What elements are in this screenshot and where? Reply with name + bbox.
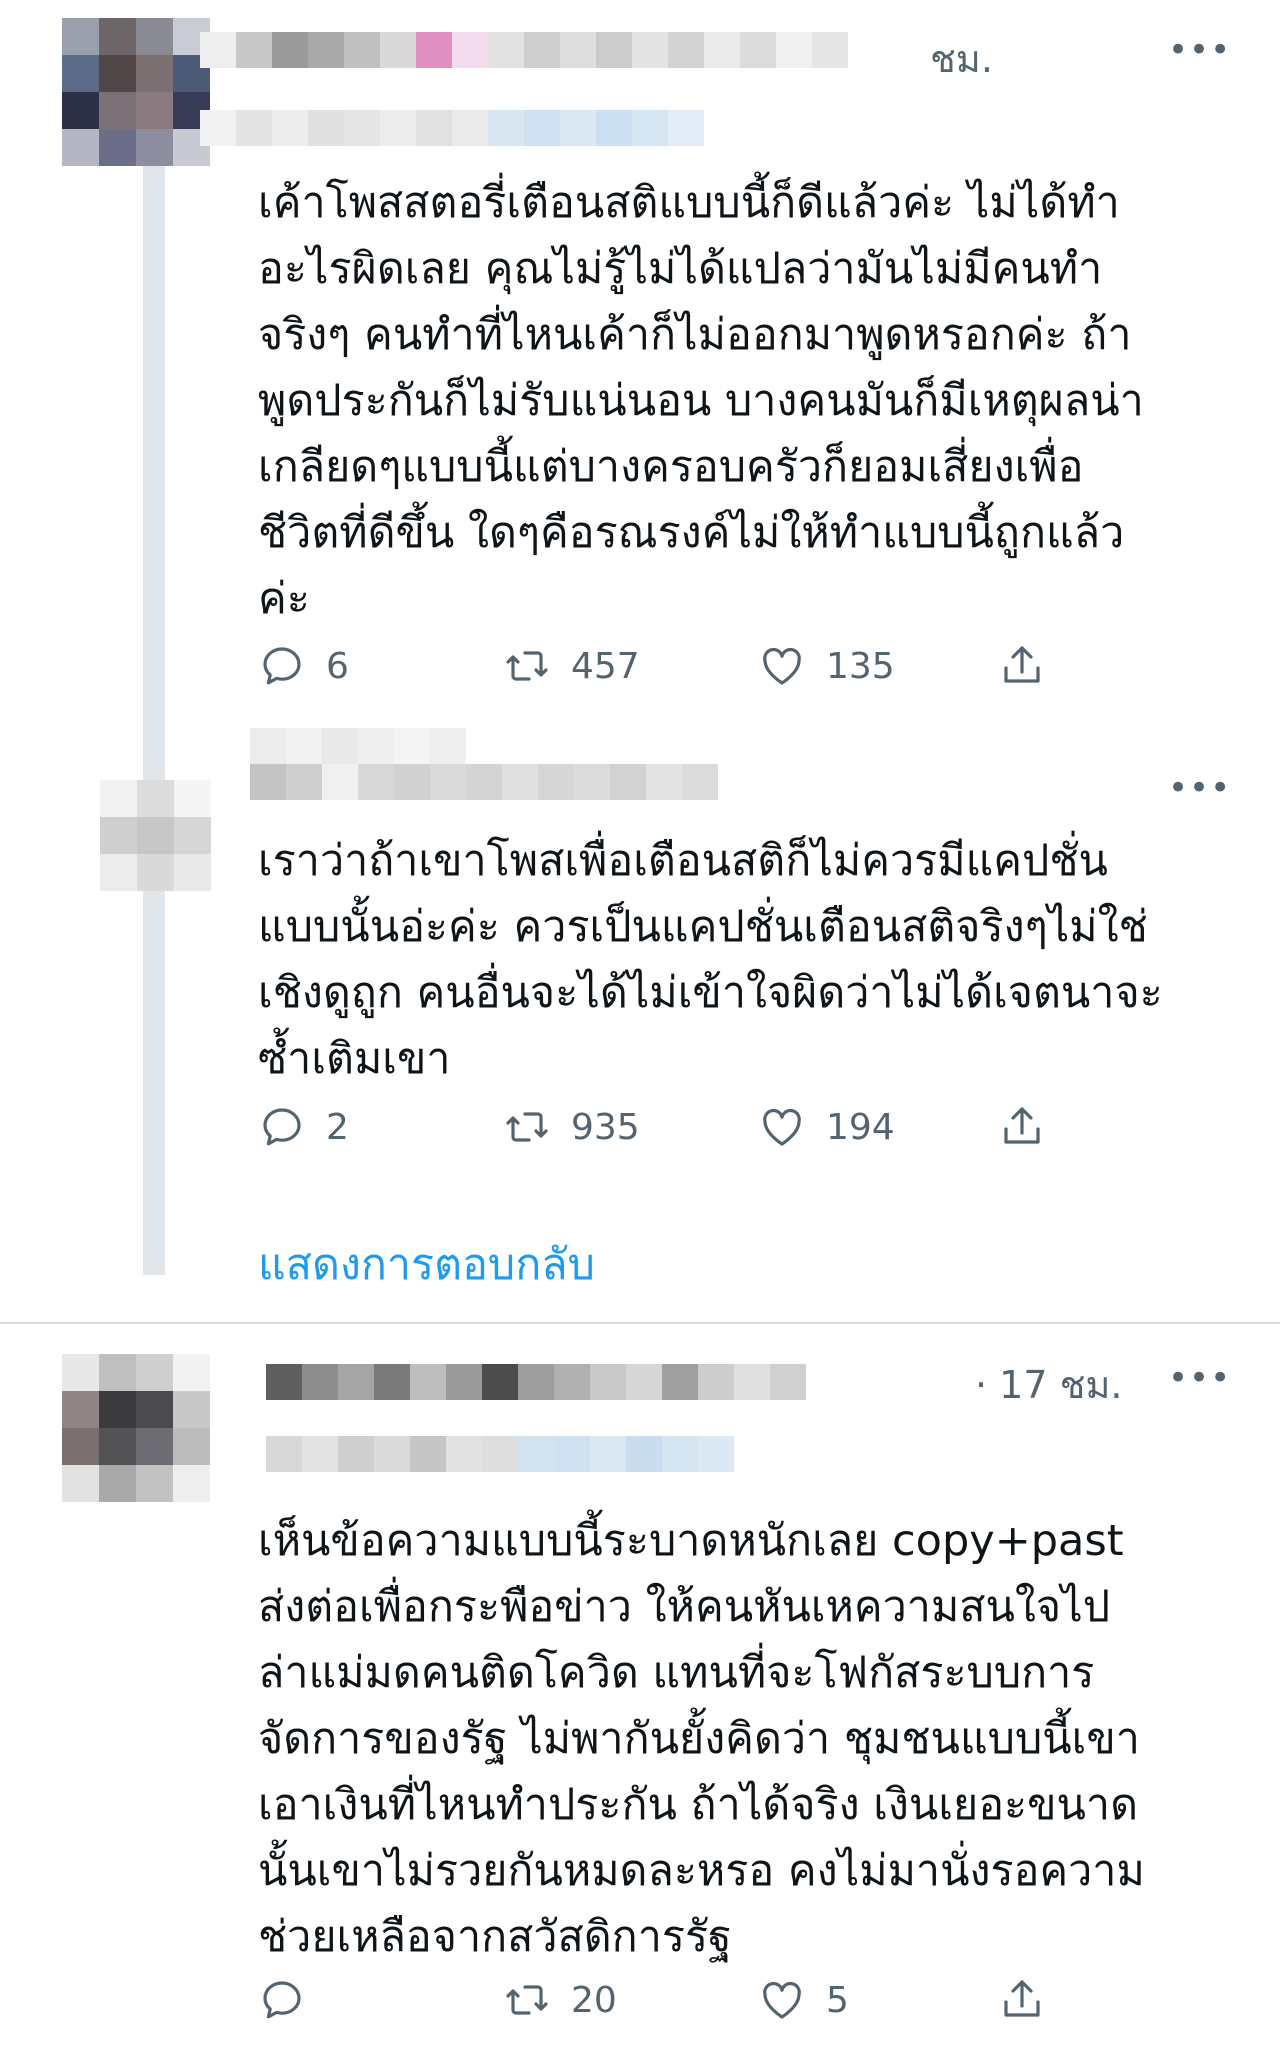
timestamp[interactable]: · 17 ชม. (975, 1354, 1123, 1415)
retweet-button[interactable]: 20 (503, 1976, 617, 2024)
handle-blurred[interactable] (200, 110, 704, 146)
handle-blurred[interactable] (250, 764, 718, 800)
like-button[interactable]: 135 (758, 642, 895, 690)
tweet-2[interactable]: ••• เราว่าถ้าเขาโพสเพื่อเตือนสติก็ไม่ควร… (0, 720, 1280, 1320)
retweet-count: 457 (571, 645, 640, 687)
show-replies-link[interactable]: แสดงการตอบกลับ (258, 1230, 595, 1298)
share-button[interactable] (998, 1976, 1046, 2024)
like-icon (763, 1981, 801, 2019)
reply-count: 6 (326, 645, 349, 687)
handle-blurred[interactable] (266, 1436, 734, 1472)
share-icon (1004, 1980, 1040, 2017)
retweet-count: 20 (571, 1979, 617, 2021)
retweet-icon (506, 1112, 548, 1142)
share-icon (1004, 1107, 1040, 1144)
like-count: 135 (826, 645, 895, 687)
tweet-text: เราว่าถ้าเขาโพสเพื่อเตือนสติก็ไม่ควรมีแค… (258, 836, 1163, 1084)
tweet-text: เค้าโพสสตอรี่เตือนสติแบบนี้ก็ดีแล้วค่ะ ไ… (258, 178, 1144, 624)
more-icon[interactable]: ••• (1168, 1361, 1231, 1395)
like-icon (763, 647, 801, 685)
more-icon[interactable]: ••• (1168, 771, 1231, 805)
username-blurred[interactable] (200, 32, 848, 68)
tweet-actions: 20 5 (258, 1976, 1158, 2036)
username-blurred[interactable] (250, 728, 466, 764)
reply-icon (263, 1981, 301, 2019)
share-icon (1004, 646, 1040, 683)
like-button[interactable]: 194 (758, 1103, 895, 1151)
retweet-button[interactable]: 457 (503, 642, 640, 690)
tweet-1[interactable]: ชม. ••• เค้าโพสสตอรี่เตือนสติแบบนี้ก็ดีแ… (0, 0, 1280, 720)
avatar[interactable] (62, 18, 210, 166)
reply-count: 2 (326, 1106, 349, 1148)
more-icon[interactable]: ••• (1168, 33, 1231, 67)
like-icon (763, 1108, 801, 1146)
tweet-thread: ชม. ••• เค้าโพสสตอรี่เตือนสติแบบนี้ก็ดีแ… (0, 0, 1280, 2062)
tweet-text: เห็นข้อความแบบนี้ระบาดหนักเลย copy+past … (258, 1516, 1145, 1962)
reply-button[interactable]: 6 (258, 642, 349, 690)
tweet-actions: 6 457 135 (258, 642, 1158, 702)
like-count: 5 (826, 1979, 849, 2021)
timestamp[interactable]: ชม. (930, 28, 993, 89)
avatar[interactable] (62, 1354, 210, 1502)
reply-icon (263, 647, 301, 685)
reply-button[interactable]: 2 (258, 1103, 349, 1151)
share-button[interactable] (998, 1103, 1046, 1151)
reply-button[interactable] (258, 1976, 326, 2024)
share-button[interactable] (998, 642, 1046, 690)
retweet-icon (506, 1985, 548, 2015)
retweet-count: 935 (571, 1106, 640, 1148)
tweet-3[interactable]: · 17 ชม. ••• เห็นข้อความแบบนี้ระบาดหนักเ… (0, 1324, 1280, 2062)
tweet-actions: 2 935 194 (258, 1103, 1158, 1163)
username-blurred[interactable] (266, 1364, 806, 1400)
retweet-icon (506, 651, 548, 681)
reply-icon (263, 1108, 301, 1146)
avatar[interactable] (100, 780, 211, 891)
retweet-button[interactable]: 935 (503, 1103, 640, 1151)
like-button[interactable]: 5 (758, 1976, 849, 2024)
like-count: 194 (826, 1106, 895, 1148)
